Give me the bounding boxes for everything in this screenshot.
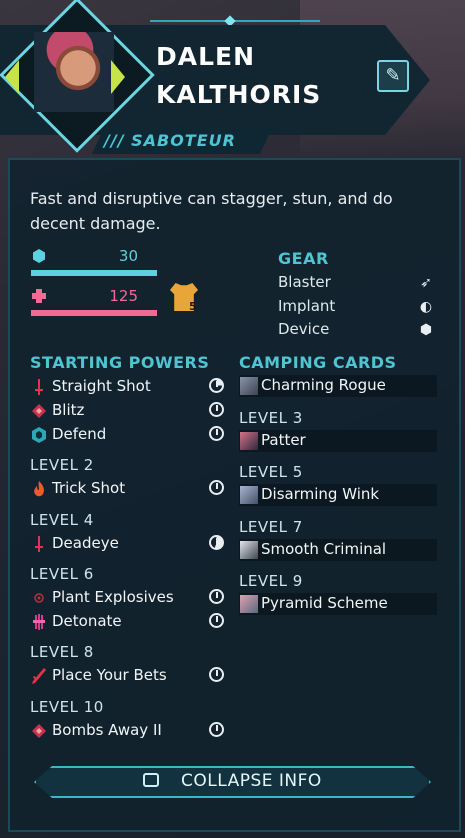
gear-item-device: Device bbox=[278, 320, 330, 338]
card-patter[interactable]: Patter bbox=[239, 430, 437, 452]
power-label: Defend bbox=[52, 425, 107, 443]
card-label: Pyramid Scheme bbox=[261, 594, 388, 612]
shield-bar bbox=[31, 270, 157, 276]
power-defend[interactable]: Defend bbox=[30, 424, 230, 446]
defend-icon bbox=[32, 427, 46, 443]
keyboard-key-icon bbox=[143, 773, 159, 787]
cooldown-icon bbox=[209, 667, 224, 682]
cards-level-5: LEVEL 5 bbox=[239, 463, 303, 481]
implant-icon[interactable]: ◐ bbox=[418, 299, 434, 315]
trick-shot-icon bbox=[34, 481, 44, 497]
top-diamond-ornament bbox=[224, 15, 236, 27]
cooldown-icon bbox=[209, 426, 224, 441]
cooldown-partial-icon bbox=[209, 378, 224, 393]
cooldown-icon bbox=[209, 613, 224, 628]
power-label: Deadeye bbox=[52, 534, 119, 552]
cards-level-9: LEVEL 9 bbox=[239, 572, 303, 590]
armor-value: 5 bbox=[189, 300, 197, 313]
power-label: Blitz bbox=[52, 401, 85, 419]
card-thumbnail bbox=[240, 377, 258, 395]
cooldown-icon bbox=[209, 480, 224, 495]
power-detonate[interactable]: Detonate bbox=[30, 611, 230, 633]
cooldown-icon bbox=[209, 402, 224, 417]
class-name: /// SABOTEUR bbox=[104, 131, 236, 150]
deadeye-icon bbox=[35, 536, 43, 552]
powers-level-10: LEVEL 10 bbox=[30, 698, 104, 716]
card-label: Charming Rogue bbox=[261, 376, 386, 394]
cooldown-icon bbox=[209, 722, 224, 737]
health-value: 125 bbox=[109, 287, 138, 305]
health-bar bbox=[31, 310, 157, 316]
cards-level-3: LEVEL 3 bbox=[239, 409, 303, 427]
gear-title: GEAR bbox=[278, 249, 329, 268]
powers-level-4: LEVEL 4 bbox=[30, 511, 94, 529]
powers-level-2: LEVEL 2 bbox=[30, 456, 94, 474]
power-label: Place Your Bets bbox=[52, 666, 167, 684]
plant-explosives-icon bbox=[34, 593, 44, 603]
card-label: Smooth Criminal bbox=[261, 540, 387, 558]
power-label: Bombs Away II bbox=[52, 721, 162, 739]
detonate-icon bbox=[33, 614, 45, 630]
card-pyramid-scheme[interactable]: Pyramid Scheme bbox=[239, 593, 437, 615]
bombs-away-icon bbox=[32, 724, 46, 738]
powers-level-8: LEVEL 8 bbox=[30, 643, 94, 661]
gear-item-blaster: Blaster bbox=[278, 273, 331, 291]
shield-value: 30 bbox=[118, 247, 138, 265]
character-first-name: DALEN bbox=[156, 42, 256, 71]
powers-level-6: LEVEL 6 bbox=[30, 565, 94, 583]
next-character-arrow-icon[interactable] bbox=[111, 60, 125, 94]
cooldown-partial-icon bbox=[209, 535, 224, 550]
blaster-icon[interactable]: ➶ bbox=[418, 275, 434, 291]
card-charming-rogue[interactable]: Charming Rogue bbox=[239, 375, 437, 397]
gear-item-implant: Implant bbox=[278, 297, 336, 315]
blitz-icon bbox=[32, 404, 46, 418]
power-label: Straight Shot bbox=[52, 377, 151, 395]
power-label: Detonate bbox=[52, 612, 122, 630]
power-label: Plant Explosives bbox=[52, 588, 174, 606]
power-label: Trick Shot bbox=[52, 479, 126, 497]
character-last-name: KALTHORIS bbox=[156, 80, 322, 109]
edit-icon[interactable]: ✎ bbox=[377, 60, 409, 92]
card-label: Patter bbox=[261, 431, 306, 449]
power-plant-explosives[interactable]: Plant Explosives bbox=[30, 587, 230, 609]
card-thumbnail bbox=[240, 541, 258, 559]
power-blitz[interactable]: Blitz bbox=[30, 400, 230, 422]
camping-cards-title: CAMPING CARDS bbox=[239, 353, 397, 372]
character-portrait bbox=[34, 32, 114, 112]
power-bombs-away-ii[interactable]: Bombs Away II bbox=[30, 720, 230, 742]
character-description: Fast and disruptive can stagger, stun, a… bbox=[30, 189, 393, 233]
card-smooth-criminal[interactable]: Smooth Criminal bbox=[239, 539, 437, 561]
straight-shot-icon bbox=[35, 379, 43, 395]
collapse-info-label: COLLAPSE INFO bbox=[181, 771, 322, 791]
cards-level-7: LEVEL 7 bbox=[239, 518, 303, 536]
power-trick-shot[interactable]: Trick Shot bbox=[30, 478, 230, 500]
starting-powers-title: STARTING POWERS bbox=[30, 353, 210, 372]
shield-icon bbox=[33, 249, 45, 263]
previous-character-arrow-icon[interactable] bbox=[5, 60, 19, 94]
power-deadeye[interactable]: Deadeye bbox=[30, 533, 230, 555]
card-thumbnail bbox=[240, 486, 258, 504]
card-disarming-wink[interactable]: Disarming Wink bbox=[239, 484, 437, 506]
cooldown-icon bbox=[209, 589, 224, 604]
power-place-your-bets[interactable]: Place Your Bets bbox=[30, 665, 230, 687]
health-cross-icon bbox=[32, 289, 46, 303]
device-icon[interactable]: ⬢ bbox=[418, 322, 434, 338]
card-label: Disarming Wink bbox=[261, 485, 380, 503]
card-thumbnail bbox=[240, 432, 258, 450]
card-thumbnail bbox=[240, 595, 258, 613]
place-your-bets-icon bbox=[32, 668, 46, 684]
power-straight-shot[interactable]: Straight Shot bbox=[30, 376, 230, 398]
